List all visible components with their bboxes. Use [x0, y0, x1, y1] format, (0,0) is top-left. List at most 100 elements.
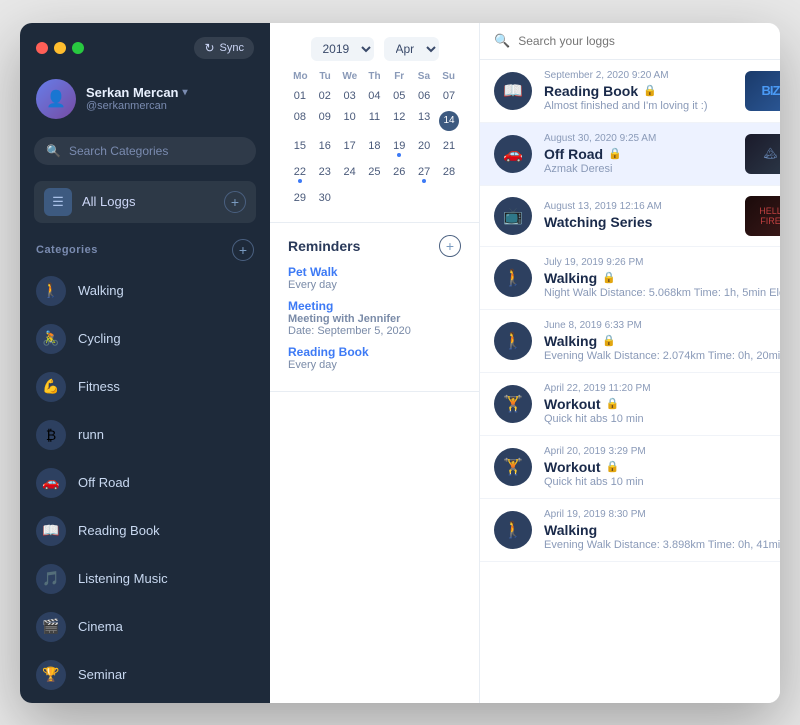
reminder-name: Reading Book [288, 345, 461, 359]
cal-day-09[interactable]: 09 [313, 107, 337, 135]
cal-day-29[interactable]: 29 [288, 188, 312, 208]
log-date: April 19, 2019 8:30 PM [544, 509, 780, 520]
user-info: Serkan Mercan ▾ @serkanmercan [86, 85, 188, 112]
log-item-2[interactable]: 🚗 August 30, 2020 9:25 AM Off Road 🔒 Azm… [480, 123, 780, 186]
sidebar-item-reading[interactable]: 📖 Reading Book [20, 507, 270, 555]
cal-day-14[interactable]: 14 [437, 107, 461, 135]
cal-day-23[interactable]: 23 [313, 162, 337, 187]
log-icon-2: 🚗 [494, 135, 532, 173]
log-icon-1: 📖 [494, 72, 532, 110]
log-search-input[interactable] [518, 34, 780, 48]
categories-label: Categories [36, 244, 98, 256]
log-section: 🔍 📖 September 2, 2020 9:20 AM Reading Bo… [480, 23, 780, 703]
log-thumb: HELLFIRE [745, 196, 780, 236]
log-body-2: August 30, 2020 9:25 AM Off Road 🔒 Azmak… [544, 133, 733, 175]
cal-day-13[interactable]: 13 [412, 107, 436, 135]
cal-day-08[interactable]: 08 [288, 107, 312, 135]
cal-day-27[interactable]: 27 [412, 162, 436, 187]
search-bar[interactable]: 🔍 Search Categories [34, 137, 256, 165]
maximize-dot[interactable] [72, 42, 84, 54]
log-item-1[interactable]: 📖 September 2, 2020 9:20 AM Reading Book… [480, 60, 780, 123]
sidebar-item-walking[interactable]: 🚶 Walking [20, 267, 270, 315]
sync-button[interactable]: ↻ Sync [194, 37, 254, 59]
reminder-item[interactable]: Pet WalkEvery day [288, 265, 461, 291]
cal-day-06[interactable]: 06 [412, 86, 436, 106]
log-list: 📖 September 2, 2020 9:20 AM Reading Book… [480, 60, 780, 703]
log-item-7[interactable]: 🏋 April 20, 2019 3:29 PM Workout 🔒 Quick… [480, 436, 780, 499]
cal-day-28[interactable]: 28 [437, 162, 461, 187]
reminder-name: Meeting [288, 299, 461, 313]
log-body-8: April 19, 2019 8:30 PM Walking Evening W… [544, 509, 780, 551]
cal-day-01[interactable]: 01 [288, 86, 312, 106]
add-category-button[interactable]: + [232, 239, 254, 261]
sidebar-item-cycling[interactable]: 🚴 Cycling [20, 315, 270, 363]
user-profile[interactable]: 👤 Serkan Mercan ▾ @serkanmercan [20, 69, 270, 129]
cal-day-03[interactable]: 03 [338, 86, 362, 106]
sidebar-item-fitness[interactable]: 💪 Fitness [20, 363, 270, 411]
log-item-8[interactable]: 🚶 April 19, 2019 8:30 PM Walking Evening… [480, 499, 780, 562]
sidebar-item-cinema[interactable]: 🎬 Cinema [20, 603, 270, 651]
sidebar-item-music[interactable]: 🎵 Listening Music [20, 555, 270, 603]
add-reminder-button[interactable]: + [439, 235, 461, 257]
cat-icon-cycling: 🚴 [36, 324, 66, 354]
cat-icon-seminar: 🏆 [36, 660, 66, 690]
log-item-4[interactable]: 🚶 July 19, 2019 9:26 PM Walking 🔒 Night … [480, 247, 780, 310]
reminders-list: Pet WalkEvery dayMeetingMeeting with Jen… [288, 265, 461, 371]
cal-day-18[interactable]: 18 [363, 136, 387, 161]
sidebar-item-runn[interactable]: ₿ runn [20, 411, 270, 459]
reminder-item[interactable]: MeetingMeeting with JenniferDate: Septem… [288, 299, 461, 337]
close-dot[interactable] [36, 42, 48, 54]
log-title: Workout 🔒 [544, 459, 780, 475]
sidebar-item-offroad[interactable]: 🚗 Off Road [20, 459, 270, 507]
cal-day-04[interactable]: 04 [363, 86, 387, 106]
cal-day-15[interactable]: 15 [288, 136, 312, 161]
log-title: Watching Series [544, 214, 733, 230]
cal-nav: 2019 Apr [288, 37, 461, 61]
log-date: August 13, 2019 12:16 AM [544, 201, 733, 212]
minimize-dot[interactable] [54, 42, 66, 54]
reminder-item[interactable]: Reading BookEvery day [288, 345, 461, 371]
year-select[interactable]: 2019 [311, 37, 374, 61]
cal-day-16[interactable]: 16 [313, 136, 337, 161]
cat-icon-cinema: 🎬 [36, 612, 66, 642]
cal-day-24[interactable]: 24 [338, 162, 362, 187]
sync-icon: ↻ [204, 41, 214, 55]
all-loggs-row[interactable]: ☰ All Loggs + [34, 181, 256, 223]
avatar: 👤 [36, 79, 76, 119]
lock-icon: 🔒 [606, 460, 620, 473]
log-date: April 22, 2019 11:20 PM [544, 383, 780, 394]
log-date: August 30, 2020 9:25 AM [544, 133, 733, 144]
cal-day-30[interactable]: 30 [313, 188, 337, 208]
cal-day-19[interactable]: 19 [387, 136, 411, 161]
cal-day-10[interactable]: 10 [338, 107, 362, 135]
cal-day-22[interactable]: 22 [288, 162, 312, 187]
log-item-5[interactable]: 🚶 June 8, 2019 6:33 PM Walking 🔒 Evening… [480, 310, 780, 373]
reminder-name: Pet Walk [288, 265, 461, 279]
sidebar-item-seminar[interactable]: 🏆 Seminar [20, 651, 270, 699]
log-item-3[interactable]: 📺 August 13, 2019 12:16 AM Watching Seri… [480, 186, 780, 247]
cal-day-26[interactable]: 26 [387, 162, 411, 187]
cal-day-12[interactable]: 12 [387, 107, 411, 135]
cat-name-seminar: Seminar [78, 667, 126, 682]
cat-name-runn: runn [78, 427, 104, 442]
log-subtitle: Azmak Deresi [544, 163, 733, 175]
cal-day-02[interactable]: 02 [313, 86, 337, 106]
log-item-6[interactable]: 🏋 April 22, 2019 11:20 PM Workout 🔒 Quic… [480, 373, 780, 436]
cat-icon-reading: 📖 [36, 516, 66, 546]
cal-day-11[interactable]: 11 [363, 107, 387, 135]
search-icon: 🔍 [46, 144, 61, 158]
month-select[interactable]: Apr [384, 37, 439, 61]
cal-day-17[interactable]: 17 [338, 136, 362, 161]
cal-dayname-tu: Tu [313, 71, 338, 82]
main-content: 2019 Apr MoTuWeThFrSaSu 0102030405060708… [270, 23, 780, 703]
cat-icon-fitness: 💪 [36, 372, 66, 402]
cal-day-20[interactable]: 20 [412, 136, 436, 161]
log-body-6: April 22, 2019 11:20 PM Workout 🔒 Quick … [544, 383, 780, 425]
reminder-detail: Every day [288, 359, 461, 371]
cal-day-21[interactable]: 21 [437, 136, 461, 161]
cal-day-25[interactable]: 25 [363, 162, 387, 187]
add-logg-button[interactable]: + [224, 191, 246, 213]
sidebar-item-wseries[interactable]: 📺 Watching Series [20, 699, 270, 703]
cal-day-05[interactable]: 05 [387, 86, 411, 106]
cal-day-07[interactable]: 07 [437, 86, 461, 106]
